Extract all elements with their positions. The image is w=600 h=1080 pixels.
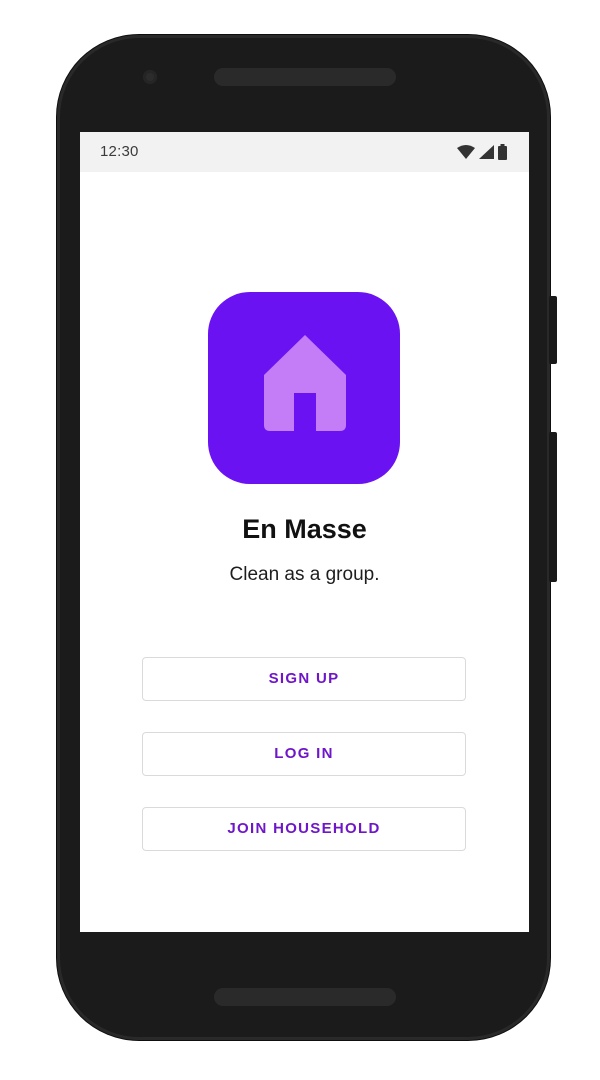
app-title: En Masse (242, 514, 367, 544)
volume-rocker (549, 432, 557, 582)
stage: 12:30 En Masse Clean as a group. SIGN UP… (0, 0, 600, 1080)
status-bar: 12:30 (80, 132, 529, 172)
signal-icon (479, 145, 494, 159)
home-icon (264, 335, 346, 431)
status-icons (457, 144, 507, 160)
status-time: 12:30 (100, 143, 139, 160)
front-camera (143, 70, 157, 84)
app-logo (208, 292, 400, 484)
wifi-icon (457, 145, 475, 159)
app-tagline: Clean as a group. (229, 564, 380, 585)
join-household-button[interactable]: JOIN HOUSEHOLD (142, 807, 466, 851)
battery-icon (498, 144, 507, 160)
top-speaker (214, 68, 396, 86)
power-button (549, 296, 557, 364)
bottom-speaker (214, 988, 396, 1006)
log-in-button[interactable]: LOG IN (142, 732, 466, 776)
sign-up-button[interactable]: SIGN UP (142, 657, 466, 701)
screen: 12:30 En Masse Clean as a group. SIGN UP… (80, 132, 529, 932)
